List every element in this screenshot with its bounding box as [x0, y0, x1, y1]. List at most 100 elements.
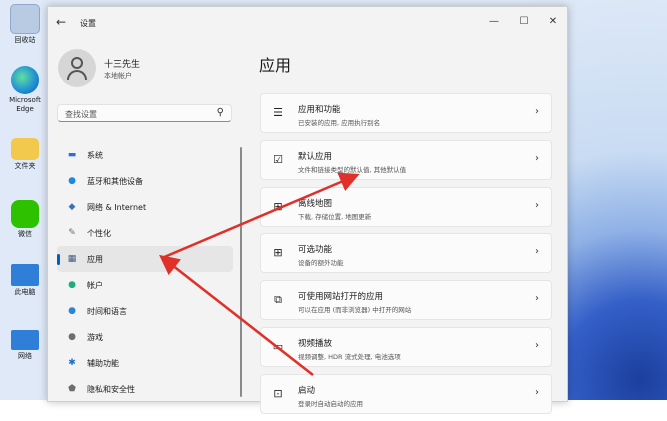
map-icon: ⊞	[273, 199, 283, 213]
desktop-icon-label: Microsoft Edge	[9, 96, 41, 113]
sidebar-item-label: 辅助功能	[87, 359, 119, 368]
sidebar-nav: ▬ 系统 ● 蓝牙和其他设备 ◆ 网络 & Internet ✎ 个性化 ▦ 应…	[57, 142, 233, 402]
list-icon: ☰	[273, 106, 283, 119]
sidebar-item-label: 应用	[87, 255, 103, 264]
sidebar-item-gaming[interactable]: ● 游戏	[57, 324, 233, 350]
account-type: 本地帐户	[104, 72, 132, 80]
account-icon: ●	[68, 280, 76, 290]
sidebar-item-label: 系统	[87, 151, 103, 160]
card-default-apps[interactable]: ☑ 默认应用 文件和链接类型的默认值, 其他默认值 ›	[260, 139, 552, 180]
monitor-icon: ▬	[67, 150, 77, 160]
wechat-icon	[11, 200, 39, 228]
close-button[interactable]: ✕	[539, 12, 567, 32]
edge-icon	[11, 66, 39, 94]
network-icon	[11, 330, 39, 350]
card-subtitle: 登录时自动启动的应用	[298, 399, 363, 408]
desktop-icon-label: 文件夹	[14, 162, 36, 170]
minimize-button[interactable]: —	[480, 12, 508, 32]
desktop-icon-this-pc[interactable]: 此电脑	[2, 264, 48, 297]
search-placeholder: 查找设置	[65, 110, 97, 119]
card-apps-for-websites[interactable]: ⧉ 可使用网站打开的应用 可以在应用 (而非浏览器) 中打开的网站 ›	[260, 280, 552, 321]
globe-icon: ●	[68, 306, 76, 316]
chevron-right-icon: ›	[535, 199, 539, 211]
desktop-icon-recycle-bin[interactable]: 回收站	[2, 4, 48, 45]
user-icon-body	[67, 70, 87, 80]
card-subtitle: 已安装的应用, 应用执行别名	[298, 119, 381, 127]
settings-window: ← 设置 — ☐ ✕ 十三先生 本地帐户 查找设置 ⚲ ▬ 系统 ● 蓝牙和其他…	[47, 6, 568, 414]
sidebar-scrollbar[interactable]	[240, 147, 242, 397]
desktop-icon-label: 回收站	[14, 36, 36, 44]
chevron-right-icon: ›	[535, 246, 539, 258]
desktop-icon-folder[interactable]: 文件夹	[2, 134, 48, 171]
back-button[interactable]: ←	[56, 15, 72, 31]
startup-icon: ⊡	[273, 386, 283, 400]
sidebar-item-personalization[interactable]: ✎ 个性化	[57, 220, 233, 246]
card-subtitle: 可以在应用 (而非浏览器) 中打开的网站	[298, 306, 412, 315]
chevron-right-icon: ›	[535, 152, 539, 164]
search-icon[interactable]: ⚲	[217, 107, 224, 118]
title-bar: ← 设置 — ☐ ✕	[48, 7, 567, 37]
desktop-icon-wechat[interactable]: 微信	[2, 200, 48, 239]
user-icon	[71, 57, 83, 69]
accessibility-icon: ✱	[68, 358, 76, 368]
card-subtitle: 下载, 存储位置, 地图更新	[298, 212, 372, 221]
video-icon: ▭	[272, 339, 284, 353]
shield-icon: ⬟	[68, 384, 76, 394]
card-startup[interactable]: ⊡ 启动 登录时自动启动的应用 ›	[260, 373, 552, 414]
desktop-icon-network[interactable]: 网络	[2, 330, 48, 361]
apps-icon: ▦	[67, 254, 77, 264]
card-subtitle: 视频调整, HDR 流式处理, 电池选项	[298, 352, 401, 361]
card-apps-features[interactable]: ☰ 应用和功能 已安装的应用, 应用执行别名 ›	[260, 93, 552, 133]
sidebar-item-bluetooth[interactable]: ● 蓝牙和其他设备	[57, 168, 233, 194]
sidebar-item-system[interactable]: ▬ 系统	[57, 142, 233, 168]
avatar	[58, 49, 96, 87]
desktop-icon-label: 此电脑	[14, 288, 36, 296]
open-link-icon: ⧉	[274, 293, 282, 307]
sidebar-item-label: 游戏	[87, 333, 103, 342]
card-video-playback[interactable]: ▭ 视频播放 视频调整, HDR 流式处理, 电池选项 ›	[260, 326, 552, 367]
desktop-icon-label: 微信	[18, 230, 32, 238]
sidebar-item-time-language[interactable]: ● 时间和语言	[57, 298, 233, 324]
sidebar-item-label: 帐户	[87, 281, 103, 290]
chevron-right-icon: ›	[535, 339, 539, 351]
desktop-icon-edge[interactable]: Microsoft Edge	[2, 66, 48, 114]
chevron-right-icon: ›	[535, 386, 539, 398]
settings-card-list: ☰ 应用和功能 已安装的应用, 应用执行别名 › ☑ 默认应用 文件和链接类型的…	[260, 93, 552, 421]
card-title: 可使用网站打开的应用	[298, 292, 384, 303]
default-apps-icon: ☑	[273, 152, 283, 166]
gamepad-icon: ●	[68, 332, 76, 342]
search-input[interactable]: 查找设置 ⚲	[57, 104, 232, 122]
brush-icon: ✎	[68, 228, 76, 238]
sidebar-item-label: 网络 & Internet	[87, 203, 147, 212]
card-title: 可选功能	[298, 245, 333, 256]
card-offline-maps[interactable]: ⊞ 离线地图 下载, 存储位置, 地图更新 ›	[260, 186, 552, 227]
chevron-right-icon: ›	[535, 293, 539, 305]
sidebar-item-privacy[interactable]: ⬟ 隐私和安全性	[57, 376, 233, 402]
recycle-bin-icon	[10, 4, 40, 34]
maximize-button[interactable]: ☐	[510, 12, 538, 32]
wifi-icon: ◆	[68, 202, 76, 212]
card-title: 应用和功能	[298, 105, 341, 115]
card-title: 默认应用	[298, 151, 333, 162]
sidebar-item-label: 蓝牙和其他设备	[87, 177, 143, 186]
page-title: 应用	[259, 56, 292, 75]
card-optional-features[interactable]: ⊞ 可选功能 设备的额外功能 ›	[260, 233, 552, 274]
sidebar-item-label: 时间和语言	[87, 307, 127, 316]
selection-indicator	[57, 254, 60, 265]
bluetooth-icon: ●	[68, 176, 76, 186]
card-title: 启动	[298, 385, 316, 396]
sidebar-item-label: 个性化	[87, 229, 111, 238]
sidebar-item-label: 隐私和安全性	[87, 385, 135, 394]
window-title: 设置	[80, 19, 96, 28]
folder-icon	[11, 138, 39, 160]
sidebar-item-network[interactable]: ◆ 网络 & Internet	[57, 194, 233, 220]
sidebar-item-accessibility[interactable]: ✱ 辅助功能	[57, 350, 233, 376]
optional-features-icon: ⊞	[273, 246, 283, 260]
sidebar-item-apps[interactable]: ▦ 应用	[57, 246, 233, 272]
card-title: 离线地图	[298, 198, 333, 209]
sidebar-item-accounts[interactable]: ● 帐户	[57, 272, 233, 298]
chevron-right-icon: ›	[535, 106, 539, 117]
card-subtitle: 设备的额外功能	[298, 259, 344, 268]
computer-icon	[11, 264, 39, 286]
desktop-icon-label: 网络	[18, 352, 32, 360]
